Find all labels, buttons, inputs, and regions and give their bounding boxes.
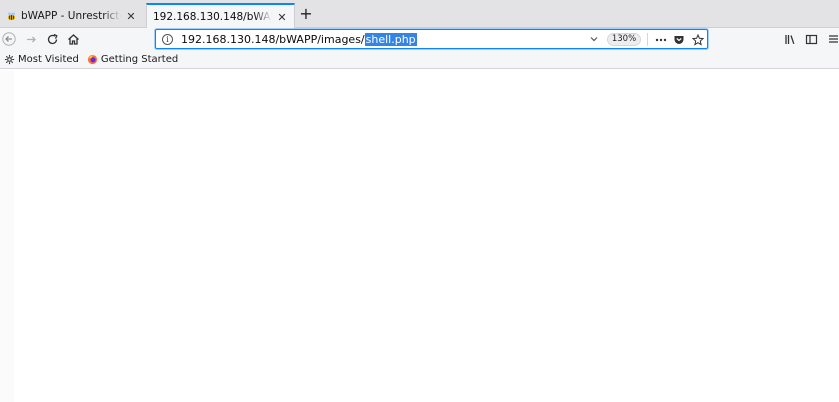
tab-close-button[interactable]: ✕ — [125, 10, 137, 23]
menu-button[interactable] — [827, 31, 839, 47]
star-icon — [692, 34, 704, 46]
url-bar[interactable]: i 192.168.130.148/bWAPP/images/shell.php… — [155, 29, 708, 49]
sidebar-icon — [805, 34, 817, 44]
page-info-icon[interactable]: i — [162, 33, 173, 45]
nav-bar: i 192.168.130.148/bWAPP/images/shell.php… — [0, 28, 839, 50]
chevron-down-icon[interactable] — [588, 33, 600, 45]
bookmark-label: Getting Started — [100, 53, 179, 65]
url-input[interactable]: 192.168.130.148/bWAPP/images/shell.php — [181, 32, 417, 46]
bookmark-label: Most Visited — [18, 53, 79, 65]
bookmark-most-visited[interactable]: Most Visited — [0, 51, 83, 68]
sidebar-button[interactable] — [803, 31, 819, 47]
forward-button[interactable] — [22, 30, 40, 48]
home-button[interactable] — [64, 30, 82, 48]
back-button[interactable] — [0, 30, 18, 48]
firefox-icon — [87, 54, 97, 64]
arrow-right-icon — [26, 36, 36, 42]
tab-title: 192.168.130.148/bWAPP/images/shell.php — [153, 11, 272, 23]
page-actions-button[interactable] — [654, 33, 668, 47]
tab-shell-php[interactable]: 192.168.130.148/bWAPP/images/shell.php ✕ — [146, 3, 295, 29]
tab-close-button[interactable]: ✕ — [276, 11, 288, 24]
page-content-edge — [0, 70, 14, 402]
pocket-icon — [674, 36, 684, 44]
tab-title: bWAPP - Unrestricted File Upload — [21, 10, 121, 22]
reload-icon — [47, 33, 58, 44]
tab-bwapp-upload[interactable]: bWAPP - Unrestricted File Upload ✕ — [0, 4, 143, 28]
hamburger-menu-icon — [829, 35, 838, 43]
library-button[interactable] — [782, 31, 798, 47]
pocket-button[interactable] — [672, 33, 686, 47]
zoom-level-badge[interactable]: 130% — [607, 33, 641, 46]
url-text-selected: shell.php — [364, 32, 417, 46]
url-separator — [647, 33, 648, 46]
arrow-left-icon — [2, 32, 16, 46]
more-dots-icon — [655, 38, 667, 42]
bwapp-bee-icon — [7, 11, 16, 20]
reload-button[interactable] — [43, 30, 61, 48]
home-icon — [67, 33, 79, 45]
page-content — [0, 70, 839, 402]
bookmark-star-button[interactable] — [691, 33, 705, 47]
library-icon — [784, 34, 794, 44]
bookmark-getting-started[interactable]: Getting Started — [83, 51, 182, 68]
new-tab-button[interactable]: + — [298, 5, 314, 23]
url-text-prefix: 192.168.130.148/bWAPP/images/ — [181, 32, 365, 46]
tab-strip: bWAPP - Unrestricted File Upload ✕ 192.1… — [0, 0, 839, 29]
bookmarks-toolbar: Most Visited Getting Started — [0, 50, 839, 69]
gear-icon — [4, 54, 15, 64]
